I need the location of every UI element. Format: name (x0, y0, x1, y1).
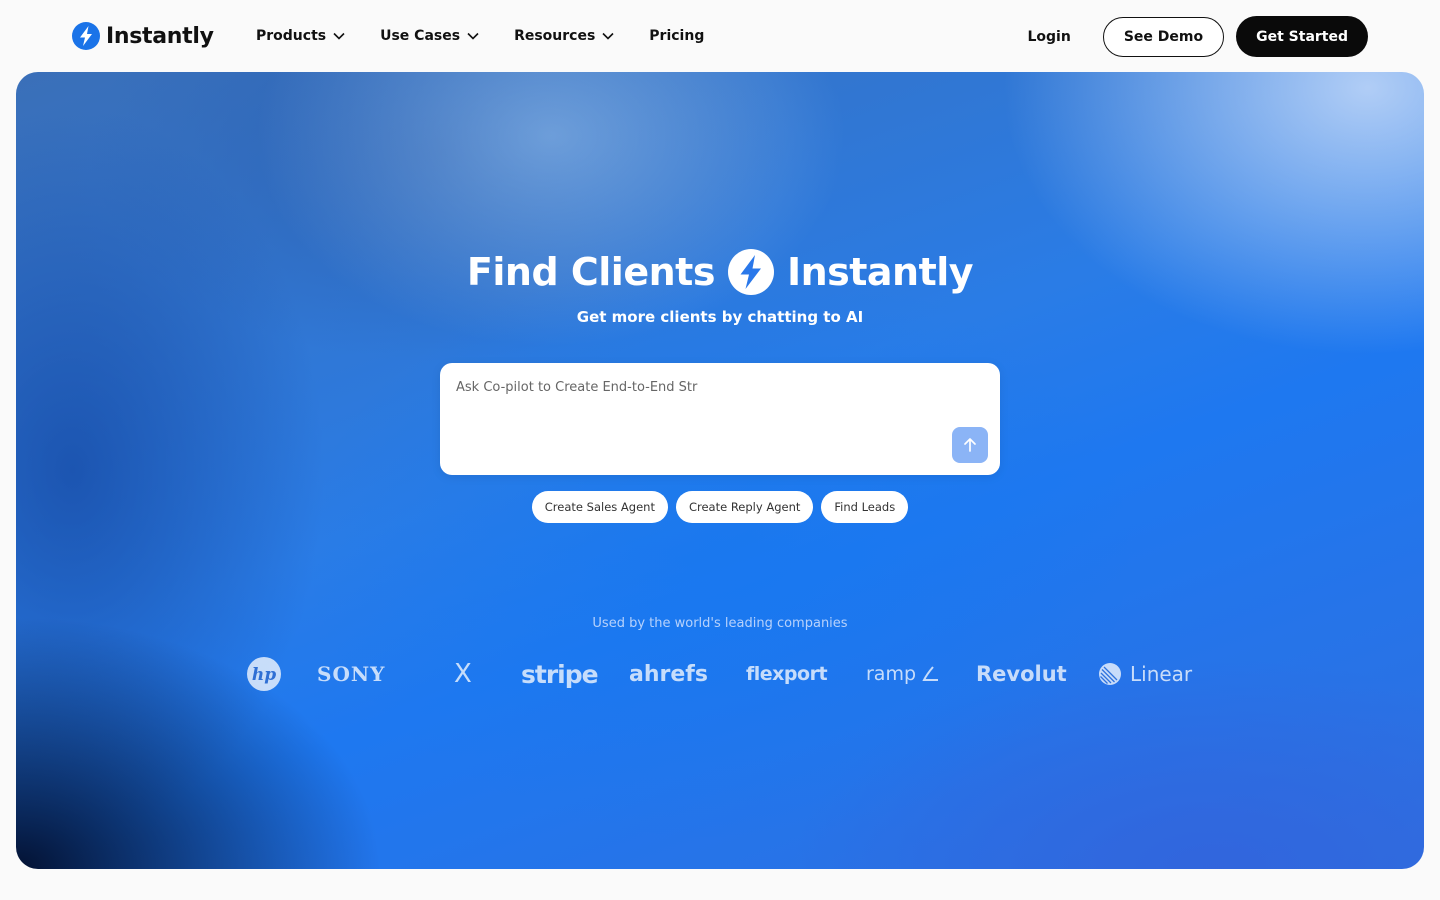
menu-item-label: Pricing (649, 28, 705, 44)
stripe-logo: stripe (521, 659, 599, 689)
menu-item-resources[interactable]: Resources (514, 28, 615, 44)
menu-item-use-cases[interactable]: Use Cases (380, 28, 480, 44)
chip-create-reply-agent[interactable]: Create Reply Agent (675, 491, 814, 523)
top-nav: Instantly Products Use Cases Resources P… (0, 0, 1440, 72)
menu-item-label: Products (256, 28, 327, 44)
send-button[interactable] (952, 427, 988, 463)
brand-name: Instantly (106, 23, 214, 49)
hero-title-right: Instantly (786, 250, 974, 294)
login-link[interactable]: Login (1028, 29, 1071, 45)
chevron-down-icon (333, 32, 345, 40)
linear-mark-icon (1099, 663, 1121, 685)
linear-logo: Linear (1098, 654, 1192, 694)
main-menu: Products Use Cases Resources Pricing (256, 24, 738, 48)
revolut-logo: Revolut (976, 662, 1067, 686)
used-by-caption: Used by the world's leading companies (592, 616, 848, 631)
chip-create-sales-agent[interactable]: Create Sales Agent (531, 491, 668, 523)
copilot-prompt-input[interactable] (456, 375, 956, 399)
see-demo-button[interactable]: See Demo (1102, 16, 1225, 57)
lightning-bolt-icon (72, 22, 100, 50)
ramp-mark-icon (922, 666, 939, 681)
svg-text:hp: hp (252, 665, 276, 685)
chevron-down-icon (602, 32, 614, 40)
nav-actions: Login See Demo Get Started (1028, 16, 1368, 57)
hero-section: Find Clients Instantly Get more clients … (16, 72, 1424, 869)
x-logo: X (454, 659, 472, 689)
suggestion-chips: Create Sales Agent Create Reply Agent Fi… (16, 491, 1424, 523)
hp-logo: hp (246, 654, 282, 694)
hero-title: Find Clients Instantly (16, 244, 1424, 300)
chip-find-leads[interactable]: Find Leads (821, 491, 909, 523)
menu-item-pricing[interactable]: Pricing (649, 28, 704, 44)
hero-title-left: Find Clients (466, 250, 716, 294)
copilot-prompt-box (440, 363, 1000, 475)
menu-item-label: Use Cases (380, 28, 461, 44)
lightning-bolt-icon (727, 249, 774, 295)
arrow-up-icon (964, 438, 976, 452)
hero-subtitle: Get more clients by chatting to AI (576, 308, 864, 326)
menu-item-products[interactable]: Products (256, 28, 346, 44)
ahrefs-logo: ahrefs (629, 661, 708, 687)
ramp-logo: ramp (866, 654, 940, 694)
get-started-button[interactable]: Get Started (1236, 16, 1368, 57)
flexport-logo: flexport (746, 663, 828, 685)
chevron-down-icon (467, 32, 479, 40)
customer-logos: hp SONY X stripe ahrefs flexport ramp Re… (246, 654, 1206, 694)
menu-item-label: Resources (514, 28, 596, 44)
brand-logo[interactable]: Instantly (72, 22, 214, 50)
sony-logo: SONY (317, 662, 386, 686)
